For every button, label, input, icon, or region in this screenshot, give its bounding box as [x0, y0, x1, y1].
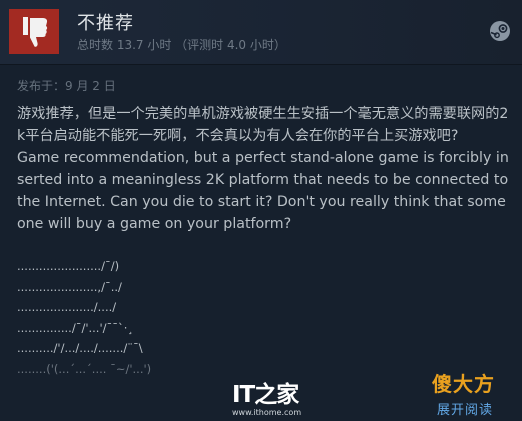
- review-verdict: 不推荐: [77, 13, 134, 34]
- thumbs-down-icon: [9, 9, 59, 54]
- brand-logo: 傻大方: [432, 372, 495, 396]
- ascii-line: ...................../..../: [17, 300, 117, 315]
- expand-review-link[interactable]: 展开阅读: [437, 399, 493, 418]
- watermark-url: www.ithome.com: [232, 408, 302, 417]
- playtime-hours: 总时数 13.7 小时 （评测时 4.0 小时）: [77, 38, 286, 52]
- posted-date: 发布于：9 月 2 日: [17, 79, 116, 93]
- review-body: 游戏推荐，但是一个完美的单机游戏被硬生生安插一个毫无意义的需要联网的2k平台启动…: [17, 106, 509, 232]
- ithome-watermark: IT之家 www.ithome.com: [232, 375, 352, 420]
- ascii-line: ......................,/¯../: [17, 279, 122, 294]
- ascii-line: ........../'/.../..../......./¨¯\: [17, 341, 143, 356]
- ascii-line: ......................./¯/): [17, 259, 120, 273]
- ascii-line: .............../¯/'...'/¯¯`·¸: [17, 320, 134, 335]
- watermark-logo: IT之家: [232, 382, 299, 408]
- ascii-art: ......................./¯/) ............…: [17, 256, 317, 380]
- review-header: 不推荐 总时数 13.7 小时 （评测时 4.0 小时）: [0, 0, 522, 65]
- steam-icon[interactable]: [489, 20, 511, 42]
